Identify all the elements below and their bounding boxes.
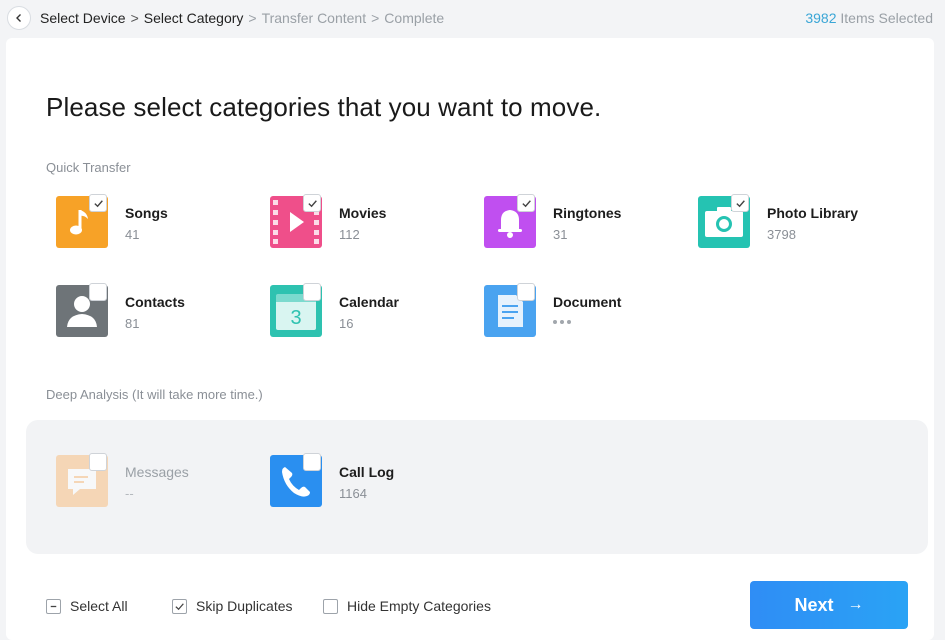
quick-transfer-label: Quick Transfer [46,160,131,175]
skip-duplicates-option[interactable]: Skip Duplicates [172,598,293,614]
page-title: Please select categories that you want t… [46,92,602,122]
breadcrumb: Select Device > Select Category > Transf… [40,10,444,26]
main-card: Please select categories that you want t… [6,38,934,640]
category-messages: Messages -- [46,453,256,509]
category-name: Contacts [125,294,185,310]
select-all-checkbox[interactable] [46,598,61,614]
category-count: 31 [553,227,568,242]
category-count: 81 [125,316,140,331]
items-selected-label: Items Selected [840,10,933,26]
songs-checkbox[interactable] [89,194,107,212]
breadcrumb-step-complete: Complete [384,10,445,26]
select-all-option[interactable]: Select All [46,598,128,614]
breadcrumb-separator: > [371,10,380,26]
calendar-checkbox[interactable] [303,283,321,301]
next-button-label: Next [794,594,834,615]
arrow-right-icon: → [847,596,864,613]
category-count: 3798 [767,227,796,242]
svg-text:3: 3 [290,307,301,329]
category-count: 1164 [339,486,367,501]
checkmark-icon [93,199,103,207]
category-count: 16 [339,316,354,331]
category-name: Photo Library [767,205,859,221]
items-selected-count: 3982 [805,10,837,26]
category-count: 41 [125,227,140,242]
category-call-log[interactable]: Call Log 1164 [260,453,470,509]
category-ringtones[interactable]: Ringtones 31 [474,194,684,250]
breadcrumb-separator: > [130,10,139,26]
hide-empty-label: Hide Empty Categories [347,598,491,614]
category-count: 112 [339,227,360,242]
checkmark-icon [521,199,531,207]
skip-duplicates-checkbox[interactable] [172,598,187,614]
hide-empty-checkbox[interactable] [323,598,338,614]
back-button[interactable] [7,6,31,30]
category-name: Calendar [339,294,399,310]
breadcrumb-step-select-device: Select Device [40,10,126,26]
breadcrumb-separator: > [248,10,257,26]
loading-dots-icon [553,320,571,324]
category-name: Call Log [339,464,395,480]
next-button[interactable]: Next → [750,581,908,629]
category-photo-library[interactable]: Photo Library 3798 [688,194,898,250]
messages-checkbox [89,453,107,471]
top-bar: Select Device > Select Category > Transf… [0,0,945,36]
category-name: Songs [125,205,168,221]
photo-library-checkbox[interactable] [731,194,749,212]
select-all-label: Select All [70,598,128,614]
document-checkbox[interactable] [517,283,535,301]
minus-icon [50,605,57,607]
category-movies[interactable]: Movies 112 [260,194,470,250]
ringtones-checkbox[interactable] [517,194,535,212]
category-count: -- [125,486,134,501]
category-songs[interactable]: Songs 41 [46,194,256,250]
items-selected-status: 3982 Items Selected [805,10,933,26]
category-name: Messages [125,464,189,480]
category-name: Document [553,294,622,310]
call-log-checkbox[interactable] [303,453,321,471]
category-calendar[interactable]: 3 Calendar 16 [260,283,470,339]
category-contacts[interactable]: Contacts 81 [46,283,256,339]
hide-empty-option[interactable]: Hide Empty Categories [323,598,491,614]
deep-analysis-label: Deep Analysis (It will take more time.) [46,387,263,402]
skip-duplicates-label: Skip Duplicates [196,598,293,614]
breadcrumb-step-transfer-content: Transfer Content [261,10,367,26]
movies-checkbox[interactable] [303,194,321,212]
category-name: Movies [339,205,387,221]
checkmark-icon [307,199,317,207]
breadcrumb-step-select-category: Select Category [143,10,244,26]
contacts-checkbox[interactable] [89,283,107,301]
loading-indicator [553,316,571,324]
category-name: Ringtones [553,205,622,221]
category-document[interactable]: Document [474,283,684,339]
checkmark-icon [735,199,745,207]
chevron-left-icon [16,14,21,22]
checkmark-icon [175,602,184,610]
